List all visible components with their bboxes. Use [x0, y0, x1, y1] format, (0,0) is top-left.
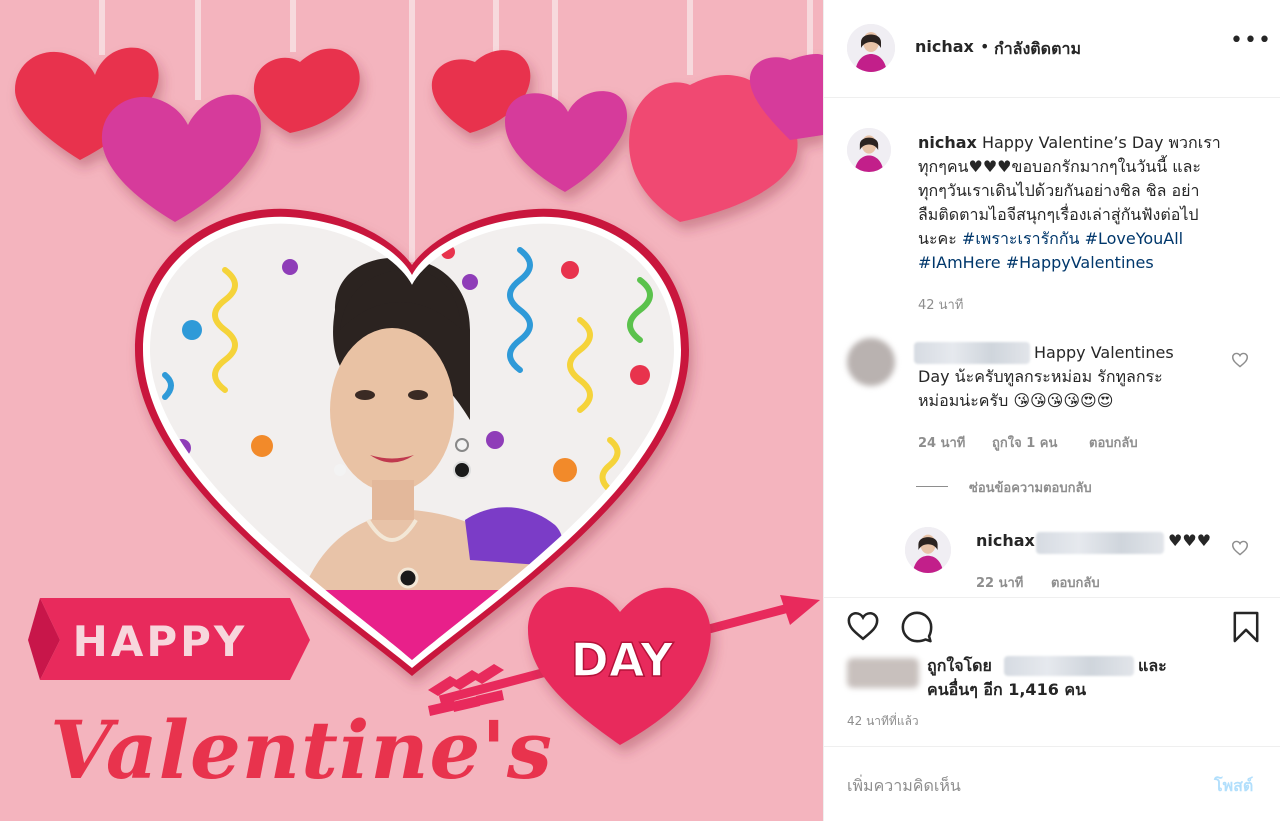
- valentines-script-text: Valentine's: [50, 703, 553, 797]
- bookmark-icon[interactable]: [1232, 610, 1260, 644]
- caption-text-3: ทุกๆวันเราเดินไปด้วยกันอย่างชิล ชิล อย่า: [918, 181, 1200, 200]
- commenter-username-blurred[interactable]: [914, 342, 1030, 364]
- hashtag-link[interactable]: #เพราะเรารักกัน: [962, 229, 1080, 248]
- comment-reply-button[interactable]: ตอบกลับ: [1089, 432, 1138, 453]
- likes-and-label: และ: [1138, 656, 1167, 675]
- liker-avatar-blurred[interactable]: [847, 658, 919, 688]
- caption-text-4: ลืมติดตามไอจีสนุกๆเรื่องเล่าสู่กันฟังต่อ…: [918, 205, 1199, 224]
- liked-by-label: ถูกใจโดย: [927, 656, 992, 675]
- hashtag-link[interactable]: #IAmHere: [918, 253, 1001, 272]
- comment-bubble-icon[interactable]: [900, 610, 934, 644]
- day-heart-text: DAY: [571, 633, 674, 687]
- post-timestamp[interactable]: 42 นาทีที่แล้ว: [847, 712, 919, 731]
- like-heart-icon[interactable]: [846, 610, 880, 642]
- happy-ribbon-text: HAPPY: [73, 617, 248, 666]
- more-horizontal-icon[interactable]: •••: [1230, 28, 1272, 53]
- header-separator: •: [980, 37, 990, 56]
- like-reply-heart-icon[interactable]: [1231, 540, 1249, 556]
- comment-text-1: Happy Valentines: [1034, 343, 1174, 362]
- comment-text-2: Day น้ะครับทูลกระหม่อม รักทูลกระ: [918, 367, 1163, 386]
- post-comment-button[interactable]: โพสต์: [1214, 774, 1253, 799]
- mentioned-username-blurred[interactable]: [1036, 532, 1164, 554]
- caption-text-5: นะคะ: [918, 229, 957, 248]
- reply-timestamp[interactable]: 22 นาที: [976, 572, 1023, 593]
- comment-text-3: หม่อมน่ะครับ 😘😘😘😘😍😍: [918, 391, 1114, 410]
- post-side-panel: nichax • กำลังติดตาม ••• nichax Happy Va…: [823, 0, 1280, 821]
- reply-avatar[interactable]: [905, 527, 951, 573]
- happy-ribbon: HAPPY: [28, 598, 310, 680]
- follow-status-button[interactable]: กำลังติดตาม: [994, 37, 1081, 62]
- commenter-avatar-blurred[interactable]: [847, 338, 895, 386]
- hashtag-link[interactable]: #HappyValentines: [1006, 253, 1154, 272]
- author-avatar[interactable]: [847, 24, 895, 72]
- caption-avatar[interactable]: [847, 128, 891, 172]
- reply-username[interactable]: nichax: [976, 529, 1035, 553]
- author-username[interactable]: nichax: [915, 37, 974, 56]
- reply-reply-button[interactable]: ตอบกลับ: [1051, 572, 1100, 593]
- like-comment-heart-icon[interactable]: [1231, 352, 1249, 368]
- caption-line-1: nichax Happy Valentine’s Day พวกเรา: [918, 131, 1221, 155]
- caption-line-5: นะคะ #เพราะเรารักกัน #LoveYouAll: [918, 227, 1183, 251]
- others-likes-link[interactable]: คนอื่นๆ อีก 1,416 คน: [927, 678, 1086, 702]
- post-image[interactable]: DAY HAPPY Valentine's: [0, 0, 823, 821]
- caption-text-2: ทุกๆคน♥♥♥ขอบอกรักมากๆในวันนี้ และ: [918, 157, 1201, 176]
- caption-timestamp[interactable]: 42 นาที: [918, 294, 963, 315]
- hide-replies-button[interactable]: ซ่อนข้อความตอบกลับ: [969, 477, 1092, 498]
- liker-username-blurred[interactable]: [1004, 656, 1134, 676]
- caption-text-1: Happy Valentine’s Day พวกเรา: [981, 133, 1221, 152]
- comment-likes-count[interactable]: ถูกใจ 1 คน: [992, 432, 1057, 453]
- caption-username[interactable]: nichax: [918, 133, 977, 152]
- reply-text: ♥♥♥: [1168, 531, 1212, 550]
- add-comment-bar: เพิ่มความคิดเห็น โพสต์: [824, 746, 1280, 821]
- valentine-artwork: DAY HAPPY Valentine's: [0, 0, 823, 821]
- comment-input[interactable]: เพิ่มความคิดเห็น: [847, 774, 961, 799]
- comment-timestamp[interactable]: 24 นาที: [918, 432, 965, 453]
- replies-divider: [916, 486, 948, 487]
- post-header: nichax • กำลังติดตาม •••: [824, 0, 1280, 98]
- caption-line-6: #IAmHere #HappyValentines: [918, 251, 1154, 275]
- hashtag-link[interactable]: #LoveYouAll: [1085, 229, 1184, 248]
- post-actions: ถูกใจโดย และ คนอื่นๆ อีก 1,416 คน 42 นาท…: [824, 597, 1280, 747]
